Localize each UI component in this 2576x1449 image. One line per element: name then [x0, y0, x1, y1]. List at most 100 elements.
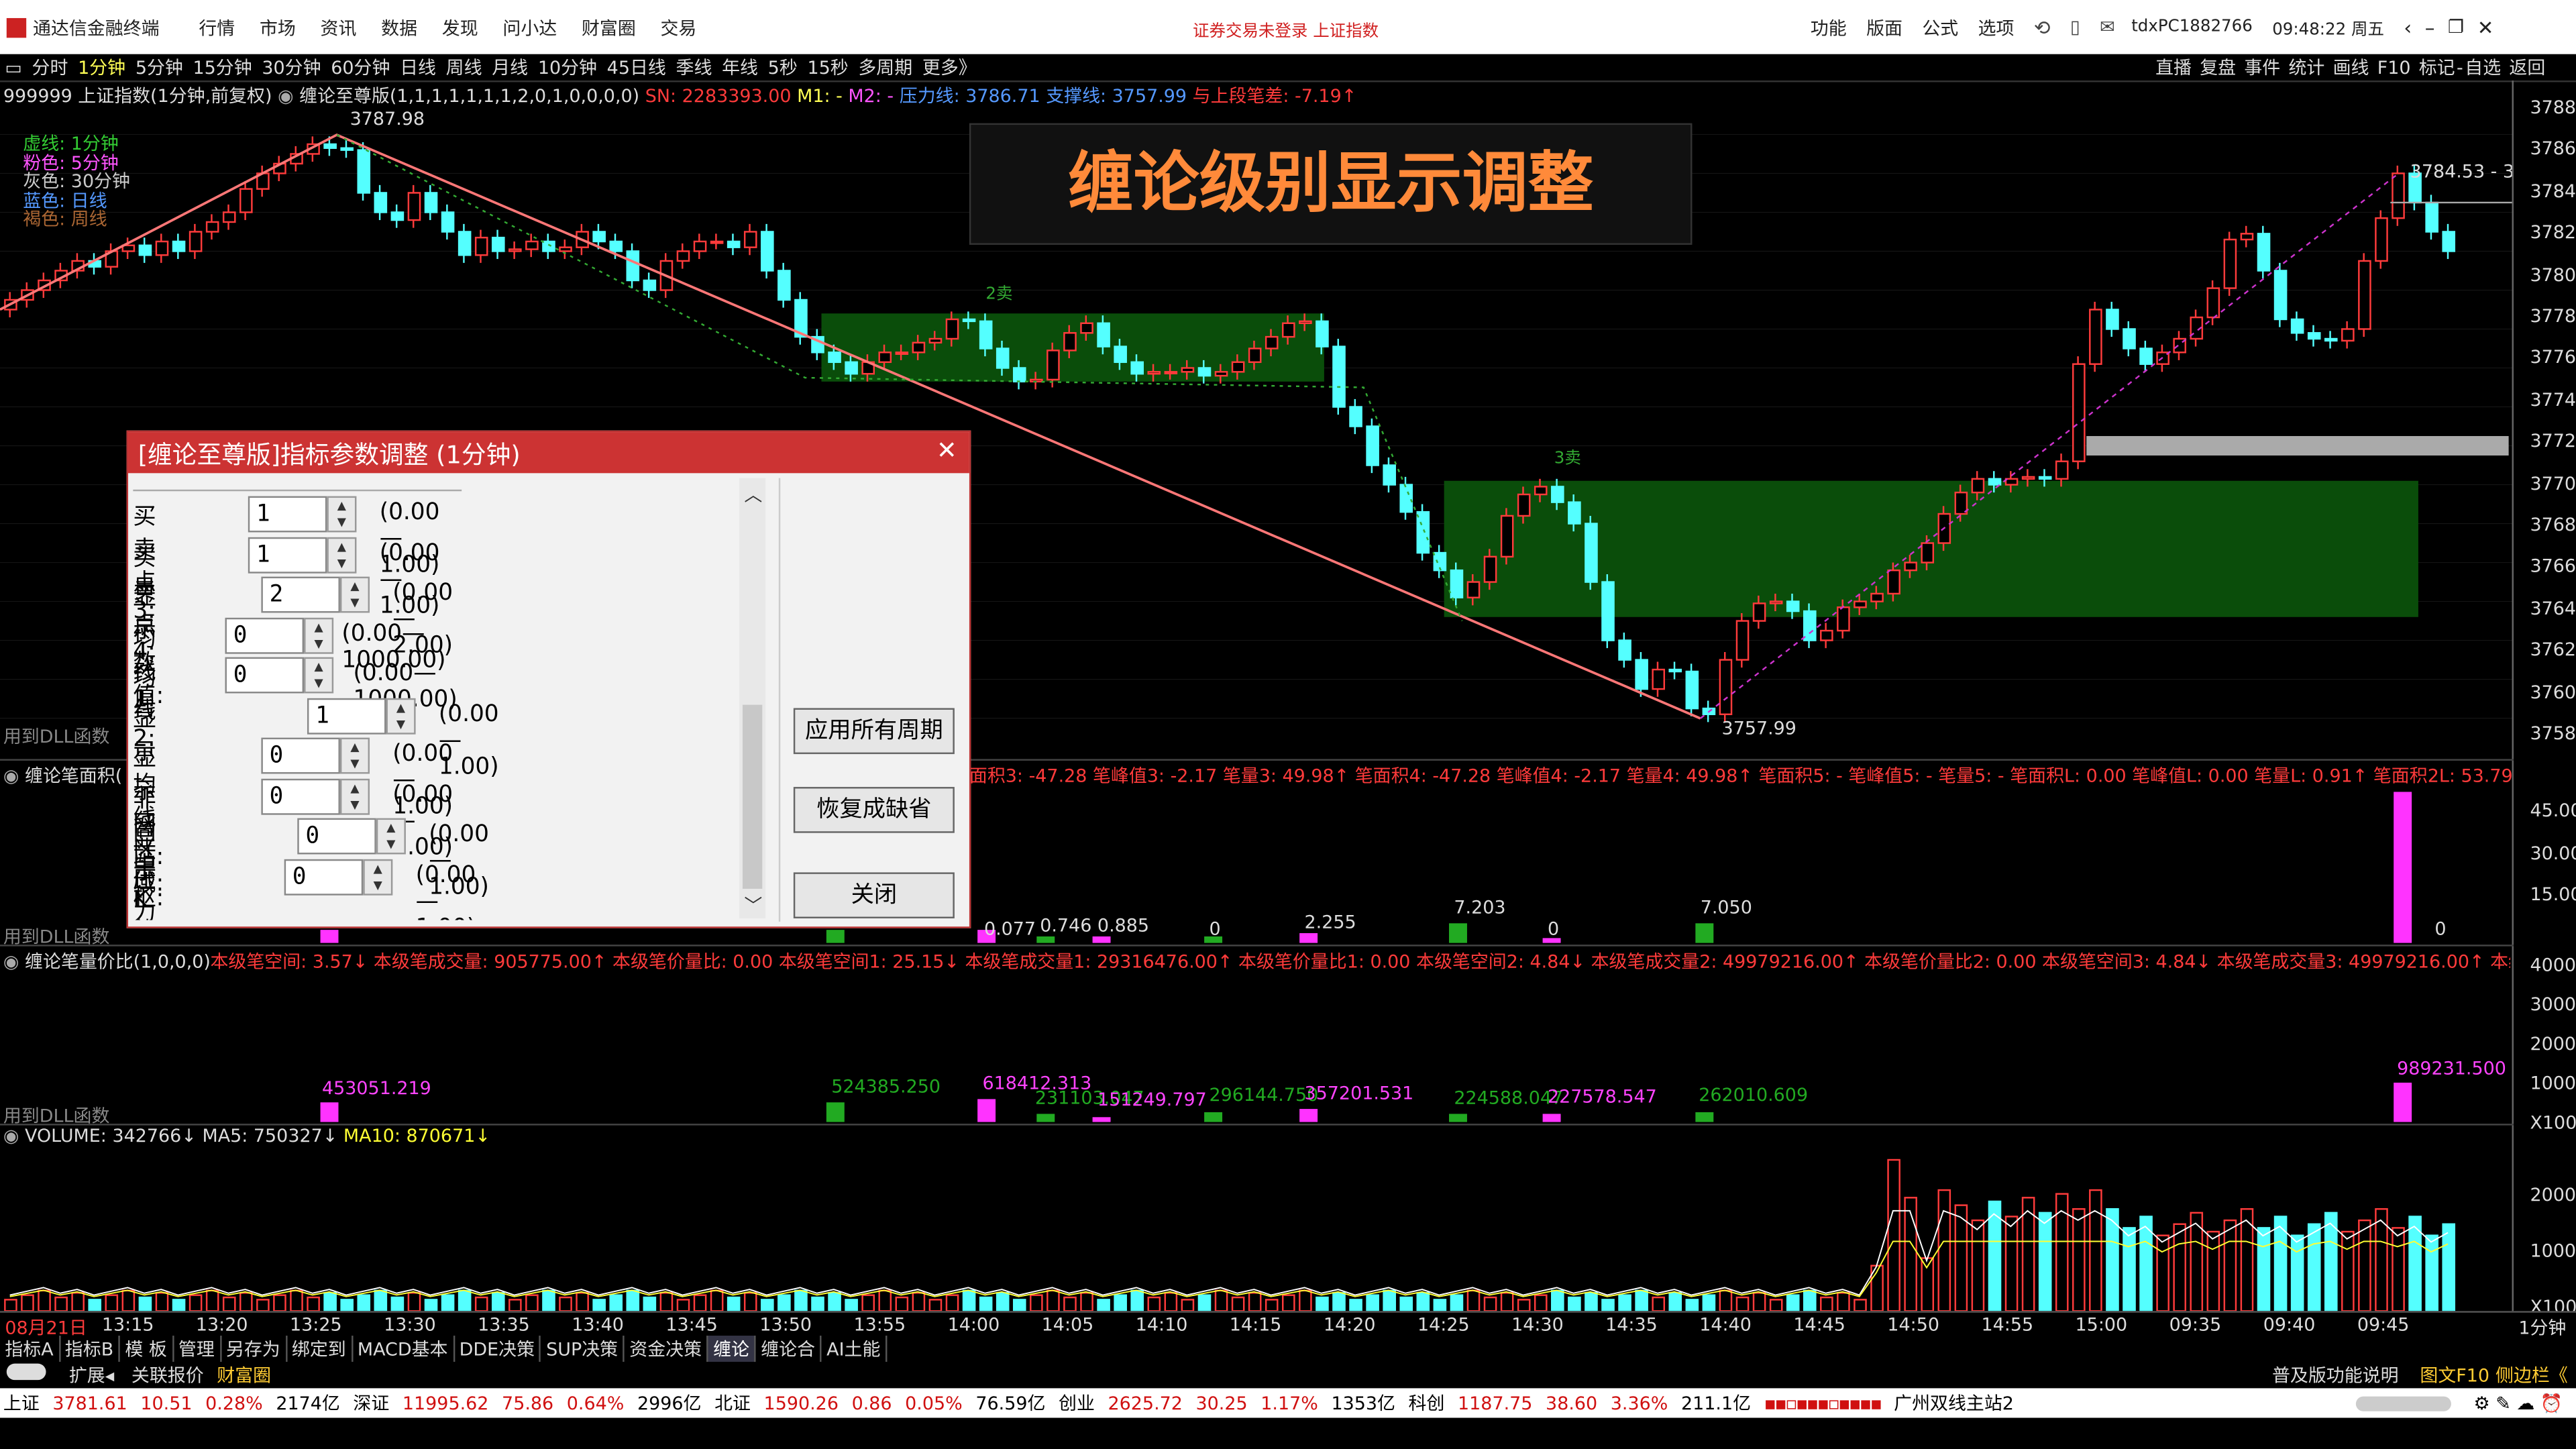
param-input[interactable]: 0	[261, 778, 340, 815]
period-tab[interactable]: 月线	[492, 54, 528, 80]
menu-function[interactable]: 功能	[1811, 14, 1847, 40]
volume-value[interactable]: VOLUME: 342766↓	[25, 1126, 197, 1147]
spinner-icon[interactable]: ▲ ▼	[327, 537, 357, 574]
tab-indicator-a[interactable]: 指标A	[0, 1336, 60, 1362]
wealth-circle-button[interactable]: 财富圈	[217, 1362, 271, 1388]
tool-f10[interactable]: F10	[2377, 56, 2411, 78]
spinner-icon[interactable]: ▲ ▼	[363, 859, 393, 896]
ticker-name[interactable]: 上证	[3, 1390, 40, 1416]
tab-save-as[interactable]: 另存为	[221, 1336, 287, 1362]
tool-draw[interactable]: 画线	[2333, 54, 2369, 80]
period-tab[interactable]: 15分钟	[193, 54, 252, 80]
restore-defaults-button[interactable]: 恢复成缺省	[793, 787, 955, 833]
param-input[interactable]: 0	[297, 818, 376, 855]
ticker-name[interactable]: 创业	[1059, 1390, 1095, 1416]
period-tab[interactable]: 分时	[32, 54, 68, 80]
refresh-icon[interactable]: ⟲	[2034, 15, 2051, 38]
expand-button[interactable]: 扩展◂	[69, 1362, 114, 1388]
f10-link[interactable]: 图文F10	[2420, 1362, 2489, 1388]
period-tab[interactable]: 季线	[676, 54, 712, 80]
apply-all-periods-button[interactable]: 应用所有周期	[793, 708, 955, 755]
menu-market[interactable]: 市场	[260, 14, 296, 40]
tab-indicator-b[interactable]: 指标B	[60, 1336, 120, 1362]
spinner-icon[interactable]: ▲ ▼	[327, 496, 357, 533]
message-icon[interactable]: ✉	[2100, 16, 2115, 38]
period-tab[interactable]: 日线	[400, 54, 436, 80]
spinner-icon[interactable]: ▲ ▼	[376, 818, 406, 855]
scroll-track[interactable]	[2355, 1395, 2451, 1411]
menu-news[interactable]: 资讯	[321, 14, 357, 40]
period-tab[interactable]: 45日线	[607, 54, 666, 80]
close-icon[interactable]: ✕	[2477, 15, 2494, 38]
period-tab[interactable]: 5秒	[768, 54, 798, 80]
param-input[interactable]: 1	[307, 698, 386, 735]
period-tab[interactable]: 15秒	[807, 54, 848, 80]
tab-dde[interactable]: DDE决策	[454, 1336, 541, 1362]
sidebar-toggle[interactable]: 侧边栏《	[2496, 1362, 2568, 1388]
tool-live[interactable]: 直播	[2155, 54, 2192, 80]
tab-bind[interactable]: 绑定到	[287, 1336, 353, 1362]
period-tab[interactable]: 年线	[722, 54, 758, 80]
scroll-thumb[interactable]	[742, 704, 763, 889]
menu-discover[interactable]: 发现	[442, 14, 478, 40]
server-station[interactable]: 广州双线主站2	[1894, 1390, 2014, 1416]
menu-ask[interactable]: 问小达	[502, 14, 557, 40]
volume-chart[interactable]	[0, 1146, 2514, 1311]
period-tab-active[interactable]: 1分钟	[78, 54, 125, 80]
tab-chanlun[interactable]: 缠论	[708, 1336, 756, 1362]
menu-quotes[interactable]: 行情	[199, 14, 235, 40]
tab-ai[interactable]: AI土能	[822, 1336, 888, 1362]
spinner-icon[interactable]: ▲ ▼	[339, 576, 370, 613]
dialog-title-bar[interactable]: [缠论至尊版]指标参数调整 (1分钟) ✕	[128, 432, 969, 474]
period-tab[interactable]: 多周期	[858, 54, 912, 80]
spinner-icon[interactable]: ▲ ▼	[339, 737, 370, 774]
ticker-name[interactable]: 深证	[353, 1390, 389, 1416]
param-input[interactable]: 2	[261, 576, 340, 613]
tab-macd[interactable]: MACD基本	[353, 1336, 455, 1362]
user-id[interactable]: tdxPC1882766	[2131, 18, 2253, 36]
close-button[interactable]: 关闭	[793, 872, 955, 918]
period-tab[interactable]: 10分钟	[538, 54, 597, 80]
tool-event[interactable]: 事件	[2244, 54, 2280, 80]
param-input[interactable]: 0	[225, 617, 305, 654]
toggle-switch[interactable]	[6, 1363, 46, 1381]
ticker-name[interactable]: 北证	[714, 1390, 751, 1416]
spinner-icon[interactable]: ▲ ▼	[339, 778, 370, 815]
back-icon[interactable]: ‹	[2404, 15, 2412, 38]
indicator-icon[interactable]: ◉	[3, 1126, 19, 1147]
scroll-up-icon[interactable]: ︿	[744, 482, 762, 508]
menu-formula[interactable]: 公式	[1922, 14, 1958, 40]
tool-replay[interactable]: 复盘	[2200, 54, 2236, 80]
menu-layout[interactable]: 版面	[1866, 14, 1902, 40]
tab-chanlun-combo[interactable]: 缠论合	[756, 1336, 822, 1362]
spinner-icon[interactable]: ▲ ▼	[304, 617, 334, 654]
param-input[interactable]: 0	[284, 859, 364, 896]
menu-trade[interactable]: 交易	[660, 14, 696, 40]
close-icon[interactable]: ✕	[936, 435, 957, 465]
period-more[interactable]: 更多》	[922, 54, 977, 80]
period-tab[interactable]: 60分钟	[331, 54, 390, 80]
menu-wealth[interactable]: 财富圈	[582, 14, 636, 40]
login-notice[interactable]: 证券交易未登录 上证指数	[1193, 16, 1379, 41]
scroll-down-icon[interactable]: ﹀	[744, 892, 762, 918]
tab-manage[interactable]: 管理	[174, 1336, 221, 1362]
period-tab[interactable]: 周线	[446, 54, 482, 80]
ticker-name[interactable]: 科创	[1409, 1390, 1445, 1416]
param-input[interactable]: 1	[248, 537, 327, 574]
help-link[interactable]: 普及版功能说明	[2272, 1362, 2399, 1388]
tab-template[interactable]: 模 板	[120, 1336, 174, 1362]
tab-sup[interactable]: SUP决策	[541, 1336, 625, 1362]
menu-data[interactable]: 数据	[381, 14, 417, 40]
tool-stats[interactable]: 统计	[2288, 54, 2324, 80]
spinner-icon[interactable]: ▲ ▼	[304, 657, 334, 694]
param-input[interactable]: 0	[225, 657, 305, 694]
minimize-icon[interactable]: –	[2425, 15, 2435, 38]
period-tab[interactable]: 30分钟	[262, 54, 321, 80]
params-scrollbar[interactable]: ︿ ﹀	[739, 478, 766, 918]
menu-options[interactable]: 选项	[1978, 14, 2015, 40]
param-input[interactable]: 0	[261, 737, 340, 774]
param-input[interactable]: 1	[248, 496, 327, 533]
tab-fund[interactable]: 资金决策	[625, 1336, 708, 1362]
tool-mark[interactable]: 标记	[2419, 54, 2455, 80]
tool-back[interactable]: 返回	[2509, 54, 2545, 80]
